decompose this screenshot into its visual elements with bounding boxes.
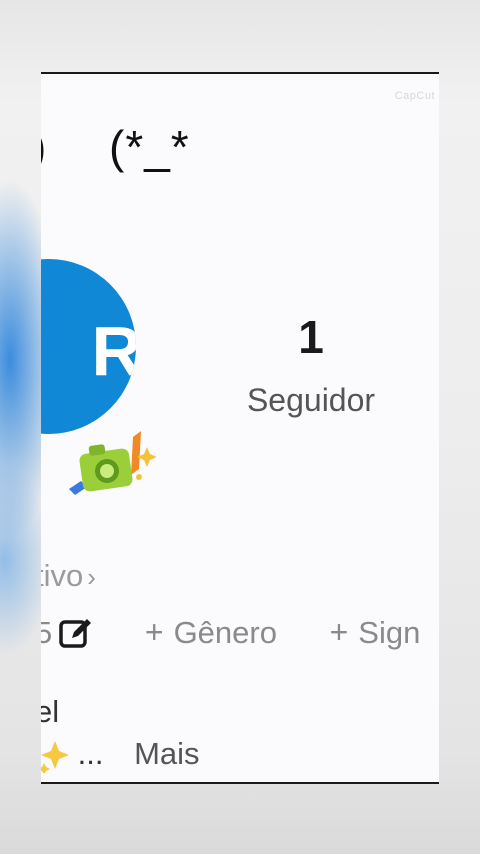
camera-badge-icon[interactable] xyxy=(61,429,156,499)
sparkles-icon xyxy=(41,740,69,773)
profile-chips: 5 + Gênero + Sign xyxy=(41,614,439,651)
bio-ellipsis: ... xyxy=(77,736,104,771)
avatar-circle: R xyxy=(41,259,136,434)
nickname-emoticon: (*_* xyxy=(109,121,190,173)
username-fragment: ) xyxy=(41,120,51,174)
profile-screen: CapCut ) (*_* R 1 Seguidor tivo› 5 xyxy=(41,72,439,784)
chip-partial-value: 5 xyxy=(41,615,52,651)
edit-icon[interactable] xyxy=(58,616,92,650)
chip-edit[interactable]: 5 xyxy=(41,615,92,651)
add-sign-button[interactable]: + Sign xyxy=(330,614,421,651)
sign-label: Sign xyxy=(358,614,421,650)
status-link[interactable]: tivo› xyxy=(41,558,96,594)
bio-line-1: el xyxy=(41,694,60,729)
add-gender-button[interactable]: + Gênero xyxy=(145,614,277,651)
plus-icon: + xyxy=(144,614,164,650)
gender-label: Gênero xyxy=(173,614,277,650)
profile-header: ) (*_* xyxy=(41,120,190,174)
followers-label: Seguidor xyxy=(246,382,376,418)
chevron-right-icon: › xyxy=(87,562,96,592)
watermark: CapCut xyxy=(394,90,435,102)
bio-line-2: ... Mais xyxy=(41,736,200,773)
status-text: tivo xyxy=(41,558,84,593)
plus-icon: + xyxy=(329,614,349,650)
followers-count: 1 xyxy=(298,311,324,363)
followers-stat[interactable]: 1 Seguidor xyxy=(221,314,401,419)
avatar-letter: R xyxy=(91,311,136,391)
more-link[interactable]: Mais xyxy=(134,736,199,771)
avatar[interactable]: R xyxy=(41,259,136,434)
